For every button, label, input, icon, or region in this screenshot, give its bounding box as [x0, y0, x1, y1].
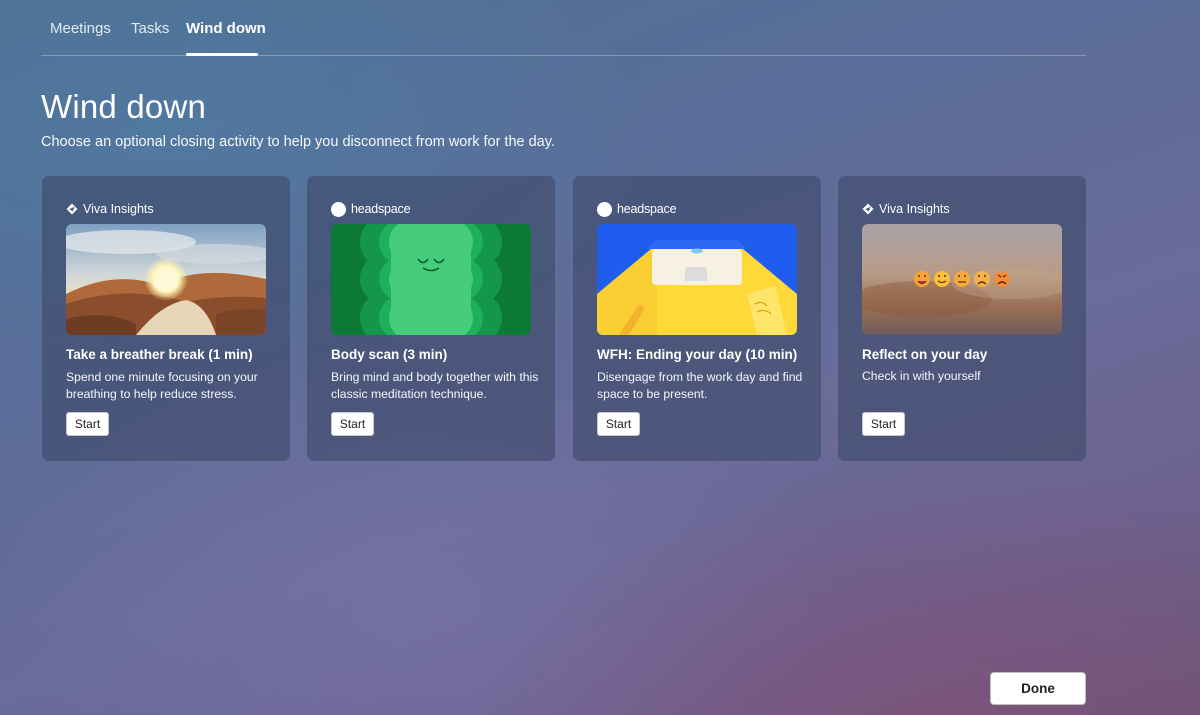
- start-button[interactable]: Start: [862, 412, 905, 436]
- card-title: Reflect on your day: [862, 347, 988, 362]
- provider-label: headspace: [331, 200, 411, 218]
- page-subtitle: Choose an optional closing activity to h…: [41, 134, 555, 150]
- provider-label: Viva Insights: [66, 200, 154, 218]
- headspace-logo-icon: [331, 201, 346, 217]
- card-title: Body scan (3 min): [331, 347, 448, 362]
- activity-card-reflect: Viva Insights Reflect on your day Check …: [838, 176, 1086, 461]
- card-description: Bring mind and body together with this c…: [331, 370, 539, 401]
- viva-insights-icon: [66, 203, 78, 215]
- provider-label: headspace: [597, 200, 677, 218]
- done-button[interactable]: Done: [990, 672, 1086, 705]
- card-description: Disengage from the work day and find spa…: [597, 370, 803, 401]
- card-title: Take a breather break (1 min): [66, 347, 253, 362]
- start-button[interactable]: Start: [331, 412, 374, 436]
- card-title: WFH: Ending your day (10 min): [597, 347, 798, 362]
- provider-name: headspace: [617, 202, 677, 216]
- page-title: Wind down: [41, 88, 207, 125]
- green-character-image[interactable]: [331, 224, 531, 335]
- start-button[interactable]: Start: [66, 412, 109, 436]
- active-tab-indicator: [186, 53, 258, 56]
- card-description: Spend one minute focusing on your breath…: [66, 370, 258, 401]
- provider-name: Viva Insights: [83, 202, 154, 216]
- card-description: Check in with yourself: [862, 369, 981, 383]
- tab-meetings[interactable]: Meetings: [50, 20, 111, 37]
- desert-landscape-image[interactable]: [66, 224, 266, 335]
- tab-wind-down[interactable]: Wind down: [186, 20, 266, 37]
- activity-card-wfh: headspace WFH: Ending your day (10 min) …: [573, 176, 821, 461]
- activity-card-breather: Viva Insights Take a breather break (1 m…: [42, 176, 290, 461]
- provider-name: Viva Insights: [879, 202, 950, 216]
- tab-bar: Meetings Tasks Wind down: [41, 0, 1086, 56]
- viva-insights-icon: [862, 203, 874, 215]
- laptop-desk-image[interactable]: [597, 224, 797, 335]
- provider-name: headspace: [351, 202, 411, 216]
- headspace-logo-icon: [597, 201, 612, 217]
- tab-tasks[interactable]: Tasks: [131, 20, 169, 37]
- start-button[interactable]: Start: [597, 412, 640, 436]
- activity-card-body-scan: headspace Body scan (3 min) Bring mind a…: [307, 176, 555, 461]
- mood-emoji-image[interactable]: [862, 224, 1062, 335]
- provider-label: Viva Insights: [862, 200, 950, 218]
